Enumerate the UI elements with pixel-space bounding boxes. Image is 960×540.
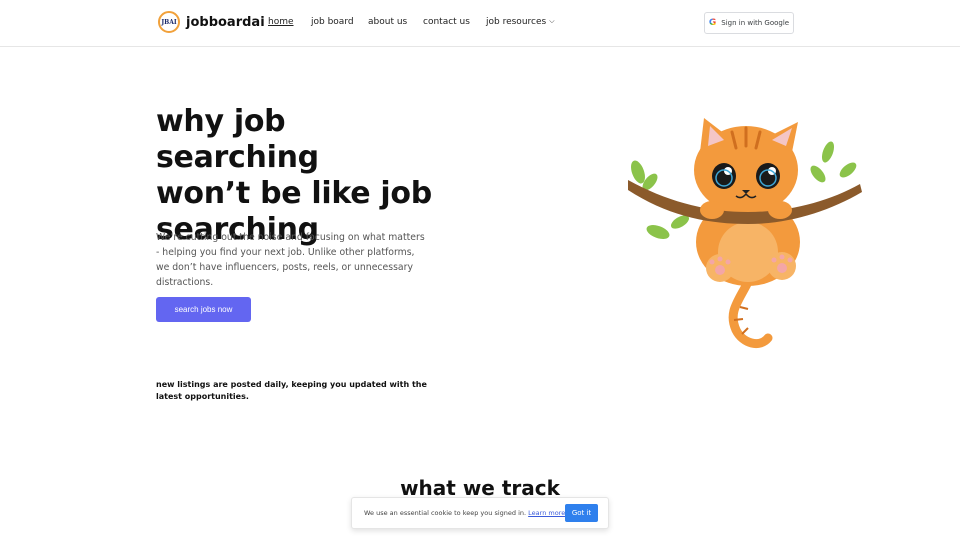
site-header: JBAI jobboardai home job board about us … — [0, 0, 960, 47]
cookie-text: We use an essential cookie to keep you s… — [364, 509, 527, 517]
google-sign-in-button[interactable]: G Sign in with Google — [704, 12, 794, 34]
search-jobs-button[interactable]: search jobs now — [156, 297, 251, 322]
cookie-accept-button[interactable]: Got it — [565, 504, 598, 522]
google-g-icon: G — [708, 18, 717, 28]
hero-title: why job searching won’t be like job sear… — [156, 104, 456, 248]
nav-job-resources-label: job resources — [486, 17, 547, 27]
hero-description: We’re cutting out the noise and focusing… — [156, 232, 425, 288]
nav-job-resources[interactable]: job resources ⌵ — [486, 17, 555, 27]
leaf-right-icon — [810, 141, 857, 183]
daily-listings-note: new listings are posted daily, keeping y… — [156, 380, 427, 401]
hero-title-line: why job searching — [156, 104, 319, 175]
cookie-learn-more-link[interactable]: Learn more — [528, 509, 565, 517]
nav-job-board[interactable]: job board — [311, 17, 354, 27]
chevron-down-icon: ⌵ — [549, 17, 555, 25]
google-sign-in-label: Sign in with Google — [721, 19, 790, 27]
logo-icon: JBAI — [158, 11, 180, 33]
logo-link[interactable]: JBAI jobboardai — [158, 11, 265, 33]
hero-title-line: won’t be like job — [156, 176, 432, 211]
brand-name: jobboardai — [186, 14, 265, 30]
cookie-message: We use an essential cookie to keep you s… — [364, 509, 565, 517]
nav-home[interactable]: home — [268, 17, 294, 27]
nav-about-us[interactable]: about us — [368, 17, 407, 27]
cookie-banner: We use an essential cookie to keep you s… — [351, 497, 609, 529]
kitten-on-branch-illustration — [628, 118, 862, 349]
nav-contact-us[interactable]: contact us — [423, 17, 470, 27]
logo-text: JBAI — [161, 18, 177, 26]
